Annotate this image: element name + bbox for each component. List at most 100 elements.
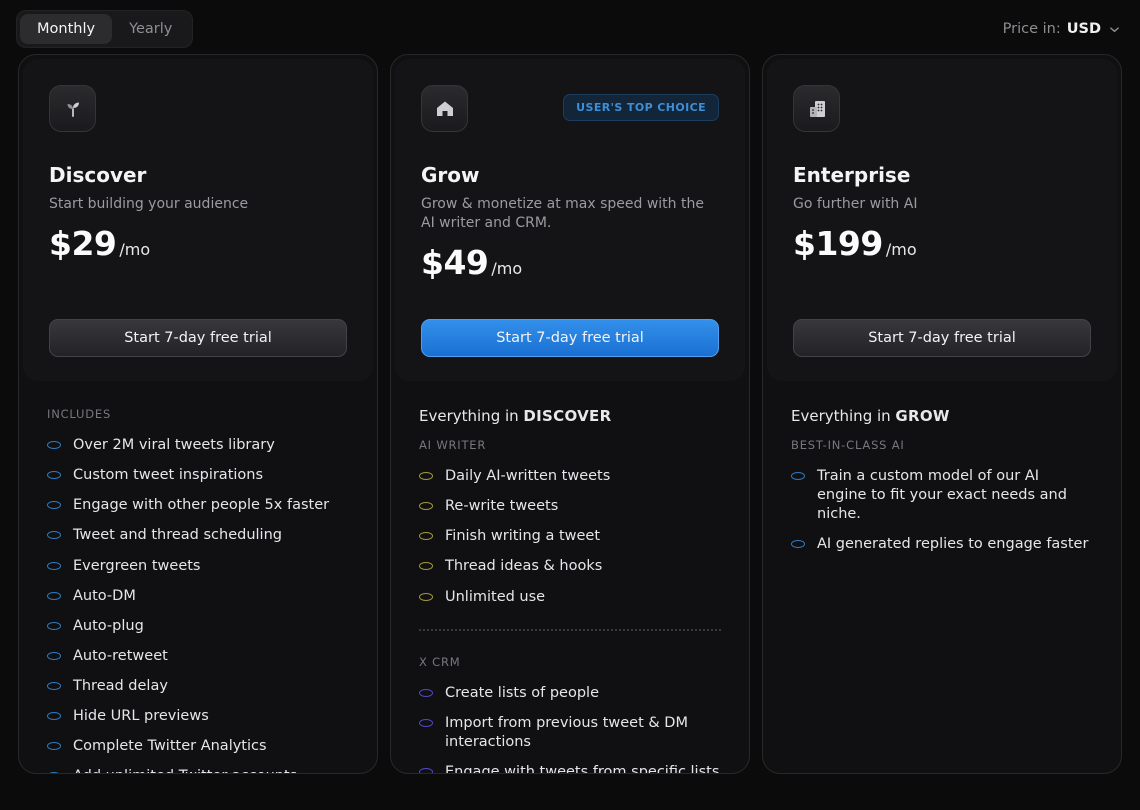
bullet-oval-icon [791,472,805,480]
bullet-oval-icon [47,501,61,509]
feature-item: Import from previous tweet & DM interact… [419,714,721,752]
plan-header-enterprise: Enterprise Go further with AI $199 /mo S… [767,59,1117,381]
feature-item: Auto-DM [47,587,349,606]
bullet-oval-icon [419,472,433,480]
feature-item: Auto-retweet [47,647,349,666]
feature-text: Unlimited use [445,588,545,607]
pricing-cards: Discover Start building your audience $2… [0,54,1140,774]
yearly-toggle-button[interactable]: Yearly [112,14,189,44]
plan-features-grow: Everything in DISCOVER AI WRITER Daily A… [391,385,749,774]
bullet-oval-icon [419,768,433,774]
feature-text: Create lists of people [445,684,599,703]
feature-text: Complete Twitter Analytics [73,737,267,756]
feature-item: Re-write tweets [419,497,721,516]
feature-item: Engage with tweets from specific lists [419,763,721,774]
feature-list: Daily AI-written tweets Re-write tweets … [419,467,721,607]
plan-card-enterprise: Enterprise Go further with AI $199 /mo S… [762,54,1122,774]
bullet-oval-icon [47,531,61,539]
feature-item: Add unlimited Twitter accounts [47,767,349,774]
feature-text: Daily AI-written tweets [445,467,610,486]
bullet-oval-icon [47,562,61,570]
feature-text: Auto-retweet [73,647,168,666]
feature-item: Thread delay [47,677,349,696]
dashed-divider [419,629,721,631]
bullet-oval-icon [419,502,433,510]
price-amount: $199 [793,224,883,263]
inherits-prefix: Everything in [791,407,895,425]
feature-item: Complete Twitter Analytics [47,737,349,756]
feature-text: Evergreen tweets [73,557,200,576]
home-icon [421,85,468,132]
bullet-oval-icon [419,593,433,601]
section-label: BEST-IN-CLASS AI [791,438,1093,452]
feature-text: AI generated replies to engage faster [817,535,1088,554]
plan-title: Discover [49,163,347,187]
plan-description: Start building your audience [49,195,347,214]
price-amount: $49 [421,243,488,282]
section-label: AI WRITER [419,438,721,452]
inherits-line: Everything in DISCOVER [419,407,721,425]
feature-text: Engage with tweets from specific lists [445,763,719,774]
inherits-line: Everything in GROW [791,407,1093,425]
price-period: /mo [491,259,522,278]
plan-price: $199 /mo [793,224,1091,263]
bullet-oval-icon [791,540,805,548]
feature-text: Finish writing a tweet [445,527,600,546]
bullet-oval-icon [47,622,61,630]
start-trial-button-discover[interactable]: Start 7-day free trial [49,319,347,357]
feature-list: Over 2M viral tweets library Custom twee… [47,436,349,774]
feature-item: Engage with other people 5x faster [47,496,349,515]
price-period: /mo [119,240,150,259]
feature-item: Thread ideas & hooks [419,557,721,576]
plan-card-grow: USER'S TOP CHOICE Grow Grow & monetize a… [390,54,750,774]
bullet-oval-icon [419,719,433,727]
feature-item: Custom tweet inspirations [47,466,349,485]
feature-text: Tweet and thread scheduling [73,526,282,545]
plan-description: Grow & monetize at max speed with the AI… [421,195,719,233]
feature-text: Over 2M viral tweets library [73,436,275,455]
section-label: X CRM [419,655,721,669]
plan-features-discover: INCLUDES Over 2M viral tweets library Cu… [19,385,377,774]
plan-features-enterprise: Everything in GROW BEST-IN-CLASS AI Trai… [763,385,1121,773]
section-label: INCLUDES [47,407,349,421]
start-trial-button-grow[interactable]: Start 7-day free trial [421,319,719,357]
feature-text: Auto-plug [73,617,144,636]
start-trial-button-enterprise[interactable]: Start 7-day free trial [793,319,1091,357]
feature-item: Auto-plug [47,617,349,636]
buildings-icon [793,85,840,132]
bullet-oval-icon [47,652,61,660]
monthly-toggle-button[interactable]: Monthly [20,14,112,44]
plan-description: Go further with AI [793,195,1091,214]
chevron-down-icon [1109,24,1120,35]
feature-text: Add unlimited Twitter accounts [73,767,297,774]
bullet-oval-icon [47,772,61,774]
feature-text: Thread delay [73,677,168,696]
plan-card-discover: Discover Start building your audience $2… [18,54,378,774]
currency-selector[interactable]: Price in: USD [1003,21,1120,37]
feature-item: Over 2M viral tweets library [47,436,349,455]
plan-title: Grow [421,163,719,187]
top-choice-badge: USER'S TOP CHOICE [563,94,719,121]
feature-text: Engage with other people 5x faster [73,496,329,515]
plan-title: Enterprise [793,163,1091,187]
feature-text: Thread ideas & hooks [445,557,602,576]
bullet-oval-icon [419,562,433,570]
plan-price: $29 /mo [49,224,347,263]
feature-item: Evergreen tweets [47,557,349,576]
plan-header-discover: Discover Start building your audience $2… [23,59,373,381]
feature-item: AI generated replies to engage faster [791,535,1093,554]
currency-value: USD [1067,21,1101,37]
currency-label: Price in: [1003,21,1061,37]
feature-text: Custom tweet inspirations [73,466,263,485]
bullet-oval-icon [419,689,433,697]
top-bar: Monthly Yearly Price in: USD [0,0,1140,54]
price-amount: $29 [49,224,116,263]
feature-item: Tweet and thread scheduling [47,526,349,545]
feature-item: Create lists of people [419,684,721,703]
bullet-oval-icon [419,532,433,540]
feature-text: Hide URL previews [73,707,209,726]
plan-header-grow: USER'S TOP CHOICE Grow Grow & monetize a… [395,59,745,381]
inherits-plan-name: DISCOVER [523,407,611,425]
bullet-oval-icon [47,441,61,449]
plan-price: $49 /mo [421,243,719,282]
